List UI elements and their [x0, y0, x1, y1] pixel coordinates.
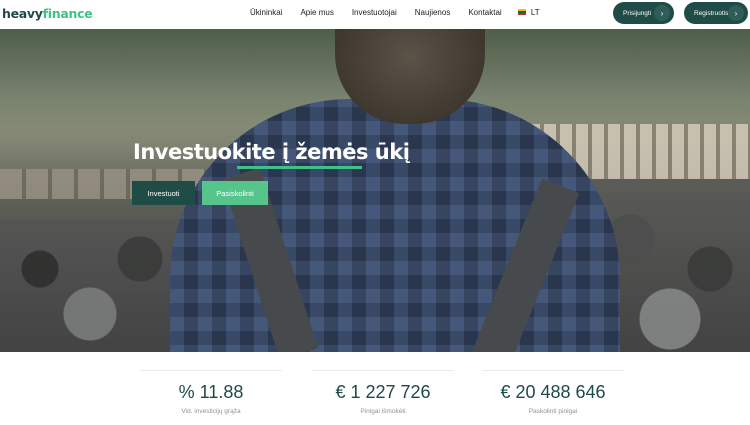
register-label: Registruotis [694, 9, 729, 17]
hero-banner: Investuokite į žemės ūkį Investuoti Pasi… [0, 29, 750, 352]
stat-divider [482, 370, 624, 371]
invest-button[interactable]: Investuoti [132, 181, 195, 205]
stat-return-label: Vid. investicijų grąža [181, 408, 241, 415]
stat-paid-label: Pinigai išmokėti [360, 408, 406, 415]
stat-divider [140, 370, 282, 371]
stat-paid-value: € 1 227 726 [335, 382, 431, 402]
borrow-button[interactable]: Pasiskolinti [202, 181, 268, 205]
register-button[interactable]: Registruotis › [684, 2, 748, 24]
login-label: Prisijungti [623, 9, 652, 17]
logo-finance: finance [42, 6, 93, 21]
login-button[interactable]: Prisijungti › [613, 2, 674, 24]
chevron-right-icon: › [728, 5, 744, 21]
stat-lent-value: € 20 488 646 [500, 382, 606, 402]
site-header: heavyfinance Ūkininkai Apie mus Investuo… [0, 0, 750, 29]
heavyfinance-logo[interactable]: heavyfinance [2, 6, 93, 21]
nav-investors[interactable]: Investuotojai [352, 8, 397, 17]
nav-news[interactable]: Naujienos [415, 8, 451, 17]
hero-title-underline [237, 166, 362, 169]
stat-lent-label: Paskolinti pinigai [528, 408, 578, 415]
nav-farmers[interactable]: Ūkininkai [250, 8, 282, 17]
stat-return-value: % 11.88 [178, 382, 244, 402]
lithuania-flag-icon [517, 9, 526, 15]
language-switcher[interactable]: LT [517, 8, 540, 17]
nav-about[interactable]: Apie mus [300, 8, 333, 17]
logo-heavy: heavy [2, 6, 43, 21]
stats-section: % 11.88 Vid. investicijų grąža € 1 227 7… [0, 352, 750, 425]
nav-contacts[interactable]: Kontaktai [468, 8, 501, 17]
stat-divider [312, 370, 454, 371]
main-nav: Ūkininkai Apie mus Investuotojai Naujien… [250, 8, 540, 17]
hero-title: Investuokite į žemės ūkį [133, 140, 410, 164]
chevron-right-icon: › [654, 5, 670, 21]
language-label: LT [530, 8, 540, 17]
